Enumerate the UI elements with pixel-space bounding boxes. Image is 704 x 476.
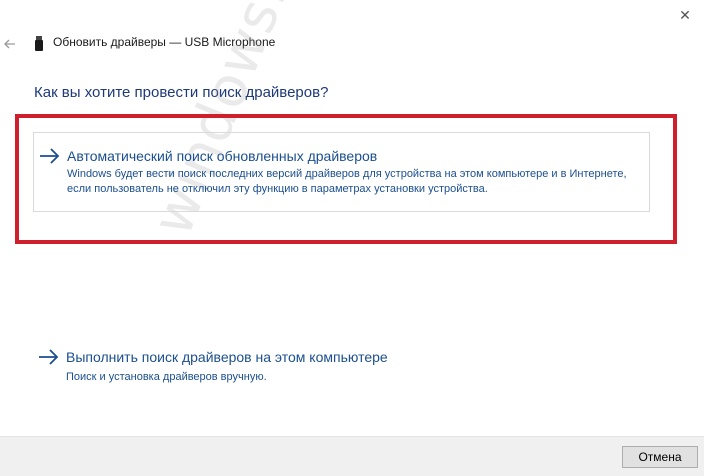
page-heading: Как вы хотите провести поиск драйверов?	[34, 84, 329, 101]
auto-search-description: Windows будет вести поиск последних верс…	[67, 168, 627, 195]
dialog-footer: Отмена	[0, 436, 704, 476]
arrow-right-icon	[39, 349, 59, 365]
close-button[interactable]: ✕	[668, 2, 702, 28]
manual-search-description: Поиск и установка драйверов вручную.	[66, 371, 267, 383]
back-button[interactable]	[2, 36, 18, 52]
arrow-right-icon	[40, 148, 60, 164]
manual-search-title: Выполнить поиск драйверов на этом компью…	[66, 349, 388, 365]
usb-device-icon	[35, 36, 43, 51]
cancel-button[interactable]: Отмена	[622, 446, 698, 468]
back-arrow-icon	[4, 39, 15, 49]
update-drivers-window: ✕ Обновить драйверы — USB Microphone Как…	[0, 0, 704, 476]
manual-search-option[interactable]: Выполнить поиск драйверов на этом компью…	[33, 342, 650, 392]
window-title: Обновить драйверы — USB Microphone	[53, 35, 276, 49]
auto-search-title: Автоматический поиск обновленных драйвер…	[67, 148, 378, 164]
auto-search-option[interactable]: Автоматический поиск обновленных драйвер…	[33, 132, 650, 212]
close-icon: ✕	[679, 6, 691, 23]
